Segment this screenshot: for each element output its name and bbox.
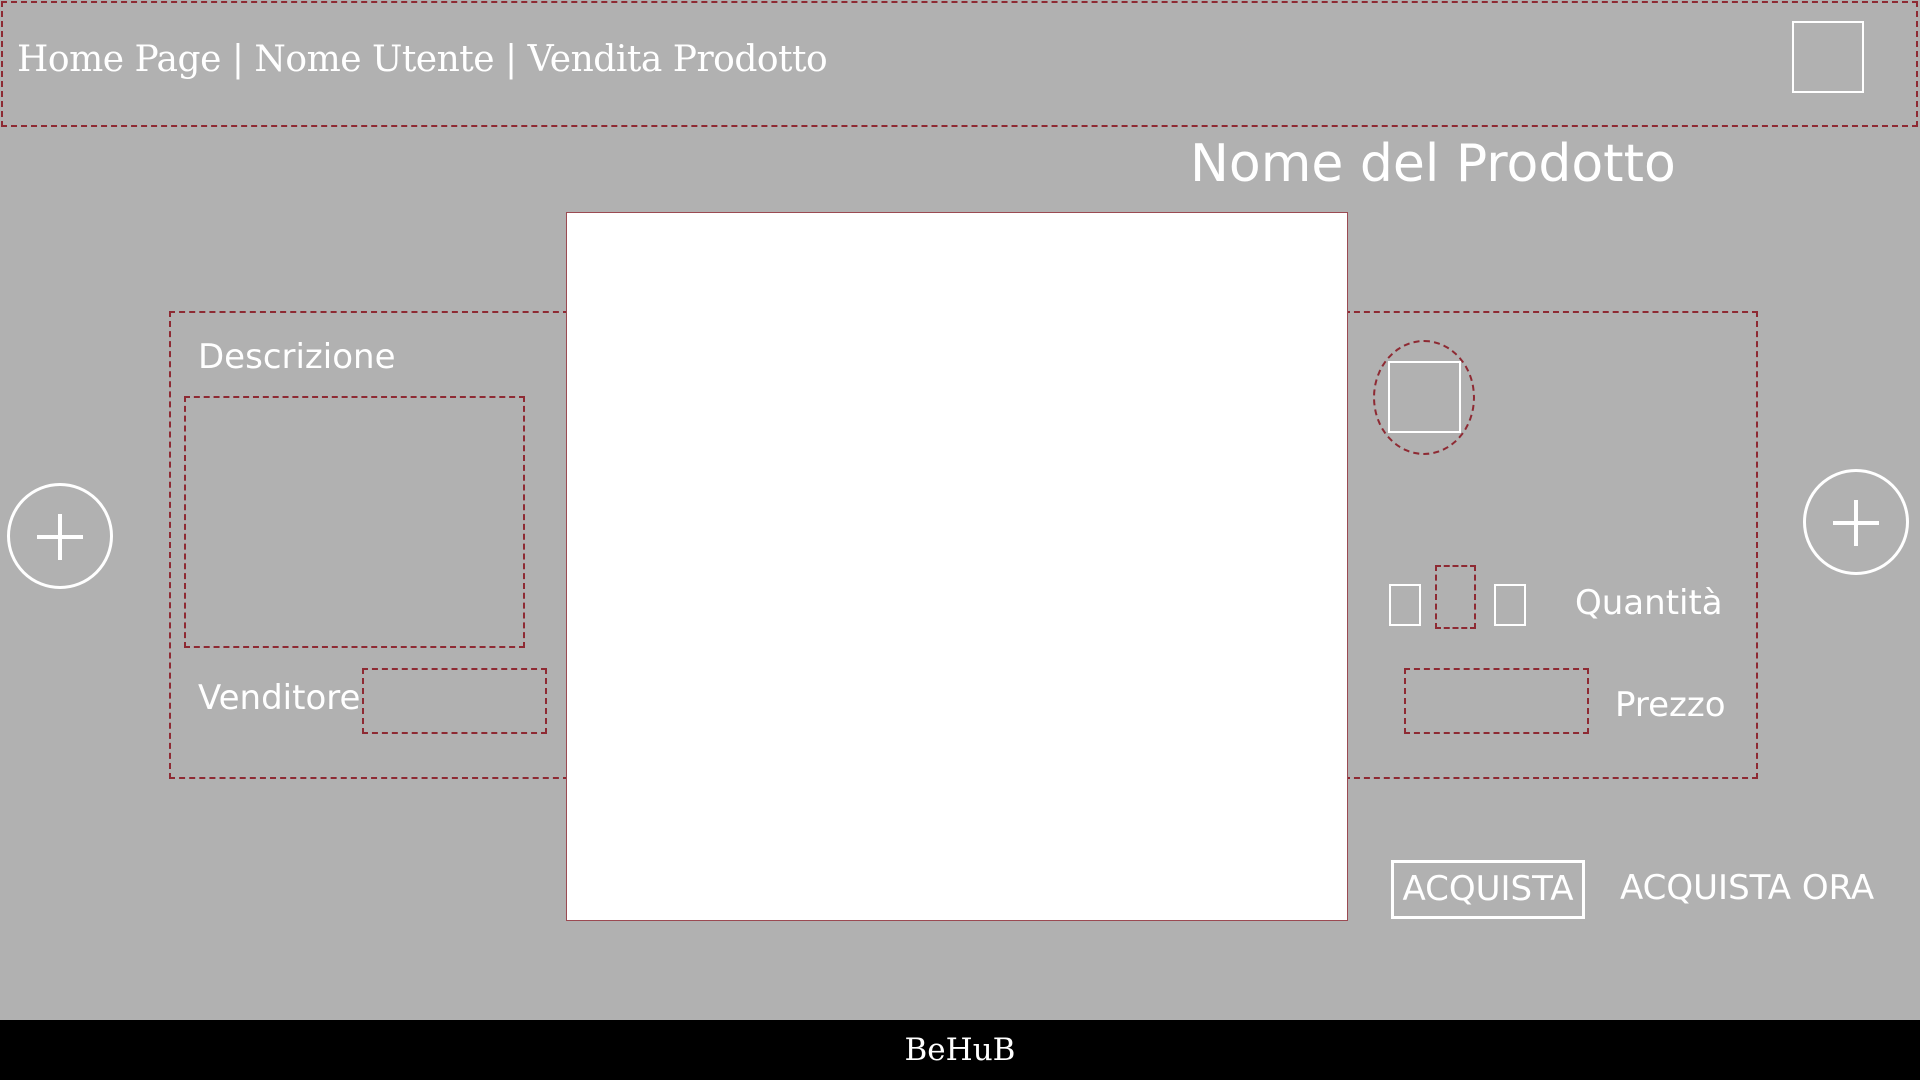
breadcrumb-user-link[interactable]: Nome Utente: [254, 39, 494, 80]
plus-circle-icon[interactable]: [1803, 469, 1909, 575]
plus-vertical-stroke: [1854, 500, 1858, 546]
breadcrumb-separator: |: [231, 39, 244, 80]
product-image: [566, 212, 1348, 921]
seller-field[interactable]: [362, 668, 547, 734]
quantity-decrease-button[interactable]: [1389, 584, 1421, 626]
plus-circle-icon[interactable]: [7, 483, 113, 589]
plus-vertical-stroke: [58, 514, 62, 560]
buy-button[interactable]: ACQUISTA: [1391, 860, 1585, 919]
seller-label: Venditore: [198, 678, 361, 718]
product-title: Nome del Prodotto: [1190, 134, 1676, 194]
footer: BeHuB: [0, 1020, 1920, 1080]
price-label: Prezzo: [1615, 685, 1726, 725]
breadcrumb-current-page: Vendita Prodotto: [527, 39, 828, 80]
quantity-increase-button[interactable]: [1494, 584, 1526, 626]
description-label: Descrizione: [198, 337, 396, 377]
header-menu-button[interactable]: [1792, 21, 1864, 93]
breadcrumb: Home Page | Nome Utente | Vendita Prodot…: [17, 36, 828, 84]
quantity-field[interactable]: [1435, 565, 1476, 629]
price-field[interactable]: [1404, 668, 1589, 734]
breadcrumb-home-link[interactable]: Home Page: [17, 39, 221, 80]
description-field[interactable]: [184, 396, 525, 648]
footer-brand: BeHuB: [904, 1032, 1016, 1068]
breadcrumb-separator: |: [505, 39, 517, 80]
buy-now-button[interactable]: ACQUISTA ORA: [1620, 864, 1874, 912]
favorite-icon: [1388, 361, 1461, 433]
quantity-label: Quantità: [1575, 583, 1723, 623]
